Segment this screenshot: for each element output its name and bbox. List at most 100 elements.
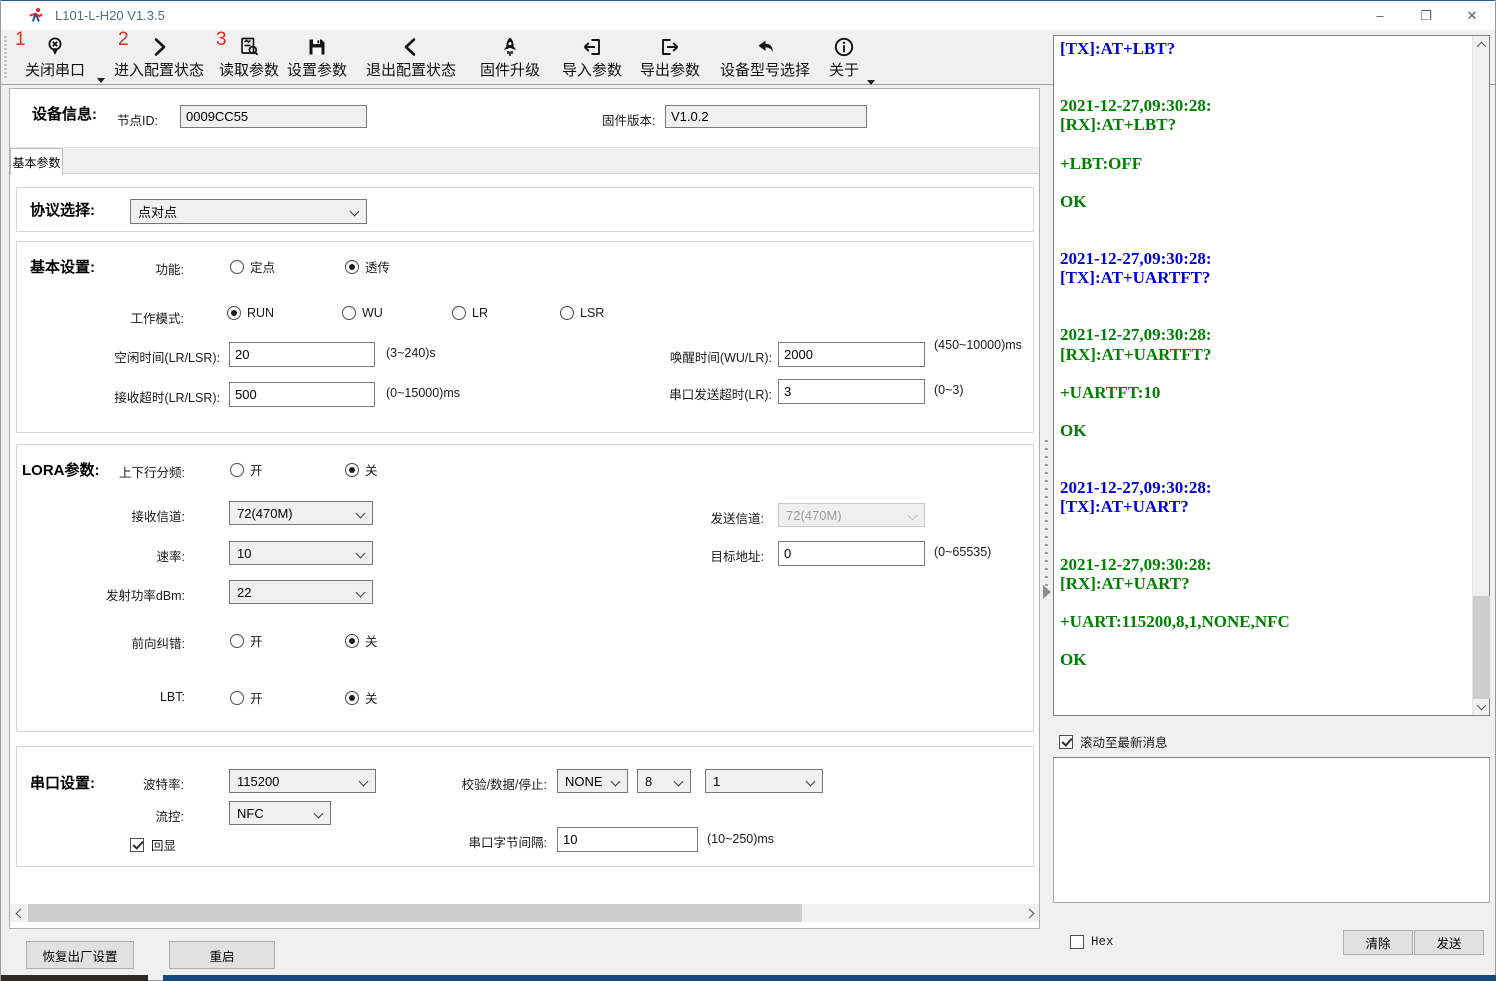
toolbar-button-export-params[interactable]: 导出参数	[639, 34, 701, 84]
log-line	[1060, 58, 1467, 77]
step-badge-1: 1	[15, 30, 26, 50]
radio-checked-icon	[345, 260, 359, 274]
radio-checked-icon	[345, 634, 359, 648]
log-line: [TX]:AT+UART?	[1060, 497, 1467, 516]
send-input[interactable]	[1053, 757, 1490, 903]
radio-mode-lsr[interactable]: LSR	[560, 306, 604, 320]
protocol-select[interactable]: 点对点	[130, 199, 367, 224]
tx-channel-label: 发送信道:	[644, 508, 764, 527]
restart-button[interactable]: 重启	[169, 941, 275, 969]
panel-splitter[interactable]	[1041, 88, 1053, 929]
radio-lbt-off[interactable]: 关	[345, 688, 378, 707]
splitter-collapse-arrow[interactable]	[1043, 585, 1051, 599]
byte-interval-hint: (10~250)ms	[707, 832, 774, 846]
firmware-version-field[interactable]	[665, 105, 867, 128]
log-panel: [TX]:AT+LBT? 2021-12-27,09:30:28:[RX]:AT…	[1053, 35, 1490, 716]
log-scrollbar[interactable]	[1472, 36, 1489, 715]
checkbox-checked-icon	[1059, 735, 1073, 749]
log-line: [RX]:AT+UARTFT?	[1060, 345, 1467, 364]
radio-updown-on[interactable]: 开	[230, 460, 263, 479]
factory-reset-button[interactable]: 恢复出厂设置	[26, 941, 134, 969]
radio-updown-off[interactable]: 关	[345, 460, 378, 479]
scroll-to-latest-checkbox[interactable]: 滚动至最新消息	[1059, 732, 1168, 751]
radio-function-fixed[interactable]: 定点	[230, 257, 275, 276]
target-address-label: 目标地址:	[644, 546, 764, 565]
toolbar-button-read-params[interactable]: 3 读取参数	[218, 34, 280, 84]
target-address-field[interactable]	[778, 541, 925, 566]
radio-fec-off[interactable]: 关	[345, 631, 378, 650]
window-title: L101-L-H20 V1.3.5	[55, 8, 165, 23]
lbt-label: LBT:	[65, 690, 185, 704]
log-line	[1060, 230, 1467, 249]
idle-time-hint: (3~240)s	[386, 346, 436, 360]
chevron-right-icon	[147, 34, 171, 60]
byte-interval-field[interactable]	[557, 827, 698, 852]
doc-search-icon	[237, 34, 261, 60]
config-panel: 设备信息: 节点ID: 固件版本: 基本参数 协议选择: 点对点 基本设置: 功…	[9, 88, 1040, 929]
uart-tx-timeout-field[interactable]	[778, 379, 925, 404]
tx-power-select[interactable]: 22	[229, 580, 373, 604]
radio-lbt-on[interactable]: 开	[230, 688, 263, 707]
chevron-down-icon	[806, 777, 816, 787]
rate-select[interactable]: 10	[229, 541, 373, 565]
device-info-section-label: 设备信息:	[32, 103, 97, 124]
uart-tx-timeout-label: 串口发送超时(LR):	[550, 384, 772, 403]
log-line	[1060, 631, 1467, 650]
rx-timeout-field[interactable]	[229, 382, 375, 407]
toolbar-button-device-model-select[interactable]: 设备型号选择	[714, 34, 816, 84]
horizontal-scrollbar-thumb[interactable]	[28, 904, 802, 922]
toolbar-button-exit-config[interactable]: 退出配置状态	[356, 34, 466, 84]
radio-icon	[230, 634, 244, 648]
radio-mode-lr[interactable]: LR	[452, 306, 488, 320]
node-id-label: 节点ID:	[117, 110, 158, 129]
clear-button[interactable]: 清除	[1343, 930, 1413, 955]
idle-time-label: 空闲时间(LR/LSR):	[40, 347, 220, 366]
taskbar-blue-strip	[163, 975, 1496, 981]
rx-channel-select[interactable]: 72(470M)	[229, 501, 373, 525]
radio-fec-on[interactable]: 开	[230, 631, 263, 650]
log-line: 2021-12-27,09:30:28:	[1060, 325, 1467, 344]
radio-icon	[230, 463, 244, 477]
close-button[interactable]: ✕	[1449, 1, 1495, 30]
maximize-button[interactable]: ❐	[1403, 1, 1449, 30]
toolbar-gripper[interactable]	[4, 36, 7, 80]
parity-select[interactable]: NONE	[557, 769, 628, 793]
send-button[interactable]: 发送	[1414, 930, 1484, 955]
toolbar-button-set-params[interactable]: 设置参数	[286, 34, 348, 84]
radio-function-transparent[interactable]: 透传	[345, 257, 390, 276]
baud-rate-select[interactable]: 115200	[229, 769, 376, 793]
hex-checkbox[interactable]: Hex	[1070, 935, 1114, 949]
data-bits-select[interactable]: 8	[637, 769, 691, 793]
log-scroll-down-button[interactable]	[1473, 698, 1490, 715]
node-id-field[interactable]	[180, 105, 367, 128]
scroll-right-button[interactable]	[1022, 904, 1039, 922]
toolbar-button-about[interactable]: 关于	[827, 34, 861, 84]
chevron-down-icon	[611, 777, 621, 787]
about-dropdown-caret[interactable]	[867, 80, 875, 85]
log-line: [TX]:AT+LBT?	[1060, 39, 1467, 58]
horizontal-scrollbar[interactable]	[10, 904, 1039, 922]
chevron-down-icon	[356, 588, 366, 598]
tab-strip	[10, 147, 1039, 174]
echo-checkbox[interactable]: 回显	[130, 835, 176, 854]
log-scroll-up-button[interactable]	[1473, 36, 1490, 53]
toolbar-button-import-params[interactable]: 导入参数	[561, 34, 623, 84]
toolbar-button-firmware-upgrade[interactable]: 固件升级	[479, 34, 541, 84]
toolbar-button-enter-config[interactable]: 2 进入配置状态	[104, 34, 214, 84]
log-line: +LBT:OFF	[1060, 154, 1467, 173]
minimize-button[interactable]: –	[1357, 1, 1403, 30]
chevron-down-icon	[356, 549, 366, 559]
tab-basic-params[interactable]: 基本参数	[10, 148, 63, 175]
radio-mode-run[interactable]: RUN	[227, 306, 274, 320]
stop-bits-select[interactable]: 1	[705, 769, 823, 793]
flow-control-select[interactable]: NFC	[229, 801, 331, 825]
toolbar-button-close-serial[interactable]: 1 关闭串口	[15, 34, 95, 84]
log-line	[1060, 364, 1467, 383]
idle-time-field[interactable]	[229, 342, 375, 367]
chevron-down-icon	[359, 777, 369, 787]
radio-mode-wu[interactable]: WU	[342, 306, 383, 320]
log-scrollbar-thumb[interactable]	[1473, 596, 1490, 699]
scroll-left-button[interactable]	[10, 904, 27, 922]
step-badge-2: 2	[118, 30, 129, 50]
wake-time-field[interactable]	[778, 342, 925, 367]
